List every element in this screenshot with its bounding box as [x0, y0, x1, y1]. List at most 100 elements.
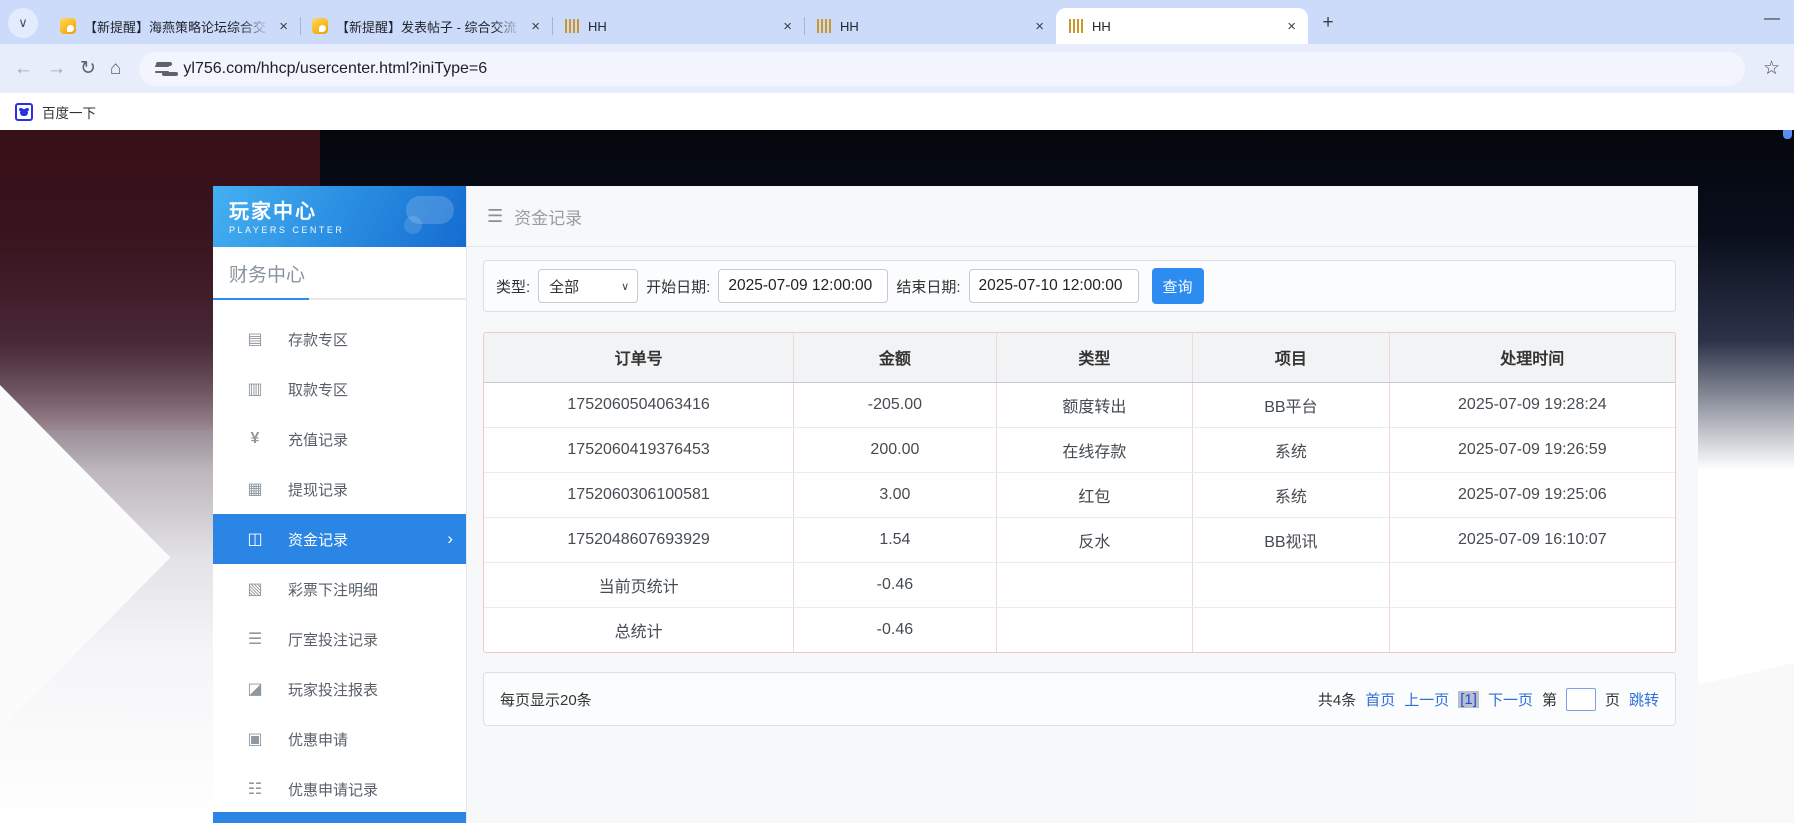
browser-tab-hh-2[interactable]: HH	[804, 8, 1056, 44]
sidebar-item-cashout-records[interactable]: 提现记录	[213, 464, 466, 514]
bookmark-baidu[interactable]: 百度一下	[42, 102, 96, 122]
tab-search-caret-icon	[18, 15, 28, 31]
home-button[interactable]	[110, 59, 121, 78]
ticket-list-icon	[245, 579, 265, 599]
sidebar-item-player-bet-report[interactable]: 玩家投注报表	[213, 664, 466, 714]
sidebar-item-lottery-bet-detail[interactable]: 彩票下注明细	[213, 564, 466, 614]
coupon-icon	[245, 729, 265, 749]
cell-type: 反水	[996, 517, 1193, 562]
type-select-value: 全部	[549, 276, 579, 297]
chart-report-icon	[245, 679, 265, 699]
summary-label: 总统计	[484, 607, 794, 652]
withdraw-hand-icon	[245, 379, 265, 399]
sidebar-item-promo-apply-records[interactable]: 优惠申请记录	[213, 764, 466, 814]
sidebar-menu: 存款专区 取款专区 充值记录 提现记录 资金记录	[213, 300, 466, 814]
tab-close-icon[interactable]	[1285, 17, 1298, 36]
tab-close-icon[interactable]	[1033, 17, 1046, 36]
sidebar-item-label: 提现记录	[288, 479, 348, 500]
cell-amount: 3.00	[794, 472, 996, 517]
scrollbar-thumb[interactable]	[1783, 130, 1792, 139]
baidu-favicon	[15, 103, 33, 121]
cell-item: BB视讯	[1193, 517, 1390, 562]
summary-empty	[1193, 562, 1390, 607]
forward-button[interactable]	[47, 59, 66, 78]
page-number-input[interactable]	[1566, 688, 1596, 711]
tab-search-button[interactable]	[8, 8, 38, 38]
sidebar-item-withdraw[interactable]: 取款专区	[213, 364, 466, 414]
sidebar-item-promo-apply[interactable]: 优惠申请	[213, 714, 466, 764]
sidebar-item-fund-records[interactable]: 资金记录	[213, 514, 466, 564]
summary-label: 当前页统计	[484, 562, 794, 607]
cell-item: 系统	[1193, 427, 1390, 472]
tab-title: 【新提醒】海燕策略论坛综合交	[84, 17, 269, 36]
sidebar-item-label: 存款专区	[288, 329, 348, 350]
sidebar-item-recharge-records[interactable]: 充值记录	[213, 414, 466, 464]
sidebar-item-label: 优惠申请记录	[288, 779, 378, 800]
new-tab-button[interactable]	[1314, 9, 1342, 37]
pagination-bar: 每页显示20条 共4条 首页 上一页 [1] 下一页 第 页 跳转	[483, 672, 1676, 726]
sidebar: 玩家中心 PLAYERS CENTER 财务中心 存款专区 取款专区 充值记录	[213, 186, 467, 823]
tab-close-icon[interactable]	[277, 17, 290, 36]
wallet-card-icon	[245, 529, 265, 549]
content-body: 类型: 全部 开始日期: 结束日期: 查询	[467, 247, 1698, 726]
record-list-icon	[245, 779, 265, 799]
list-icon	[245, 629, 265, 649]
bookmark-star-icon[interactable]	[1763, 57, 1780, 80]
summary-empty	[996, 607, 1193, 652]
minimize-button[interactable]	[1764, 10, 1780, 28]
type-select[interactable]: 全部	[538, 269, 638, 303]
next-page-link[interactable]: 下一页	[1488, 689, 1533, 710]
sidebar-item-deposit[interactable]: 存款专区	[213, 314, 466, 364]
prev-page-link[interactable]: 上一页	[1404, 689, 1449, 710]
tab-close-icon[interactable]	[529, 17, 542, 36]
per-page-label: 每页显示20条	[500, 689, 592, 710]
sidebar-item-label: 充值记录	[288, 429, 348, 450]
col-amount: 金额	[794, 333, 996, 382]
browser-tab-forum-1[interactable]: 【新提醒】海燕策略论坛综合交	[48, 8, 300, 44]
cell-type: 红包	[996, 472, 1193, 517]
site-info-icon[interactable]	[155, 61, 171, 77]
page-title: 资金记录	[514, 204, 582, 229]
browser-tab-hh-1[interactable]: HH	[552, 8, 804, 44]
reload-button[interactable]	[80, 59, 96, 78]
pagination-controls: 共4条 首页 上一页 [1] 下一页 第 页 跳转	[1318, 688, 1659, 711]
url-text[interactable]: yl756.com/hhcp/usercenter.html?iniType=6	[183, 60, 487, 78]
end-date-input[interactable]	[969, 269, 1139, 303]
cell-process-time: 2025-07-09 19:26:59	[1389, 427, 1675, 472]
summary-amount: -0.46	[794, 562, 996, 607]
breadcrumb: 资金记录	[467, 186, 1698, 247]
col-type: 类型	[996, 333, 1193, 382]
table-row: 1752060419376453 200.00 在线存款 系统 2025-07-…	[484, 427, 1675, 472]
address-bar[interactable]: yl756.com/hhcp/usercenter.html?iniType=6	[139, 52, 1745, 86]
summary-empty	[996, 562, 1193, 607]
tab-close-icon[interactable]	[781, 17, 794, 36]
cell-process-time: 2025-07-09 19:28:24	[1389, 382, 1675, 427]
total-count: 共4条	[1318, 689, 1356, 710]
browser-tab-hh-active[interactable]: HH	[1056, 8, 1308, 44]
page-suffix-label: 页	[1605, 689, 1620, 710]
cell-order-no: 1752060419376453	[484, 427, 794, 472]
jump-link[interactable]: 跳转	[1629, 689, 1659, 710]
cell-process-time: 2025-07-09 16:10:07	[1389, 517, 1675, 562]
back-button[interactable]	[14, 59, 33, 78]
cell-order-no: 1752060306100581	[484, 472, 794, 517]
sidebar-item-partial[interactable]	[213, 812, 466, 823]
tab-strip: 【新提醒】海燕策略论坛综合交 【新提醒】发表帖子 - 综合交流 HH HH HH	[0, 0, 1794, 44]
col-item: 项目	[1193, 333, 1390, 382]
summary-row-current-page: 当前页统计 -0.46	[484, 562, 1675, 607]
main-content: 资金记录 类型: 全部 开始日期: 结束日期: 查询	[467, 186, 1698, 823]
tab-title: HH	[1092, 19, 1277, 34]
banner-decoration	[404, 216, 422, 234]
cell-type: 额度转出	[996, 382, 1193, 427]
end-date-label: 结束日期:	[896, 276, 960, 297]
summary-empty	[1193, 607, 1390, 652]
tab-title: HH	[840, 19, 1025, 34]
section-underline	[213, 298, 466, 300]
first-page-link[interactable]: 首页	[1365, 689, 1395, 710]
query-button[interactable]: 查询	[1152, 268, 1204, 304]
start-date-input[interactable]	[718, 269, 888, 303]
hh-favicon	[564, 18, 580, 34]
browser-tab-forum-2[interactable]: 【新提醒】发表帖子 - 综合交流	[300, 8, 552, 44]
forum-favicon	[60, 18, 76, 34]
sidebar-item-hall-bet-records[interactable]: 厅室投注记录	[213, 614, 466, 664]
